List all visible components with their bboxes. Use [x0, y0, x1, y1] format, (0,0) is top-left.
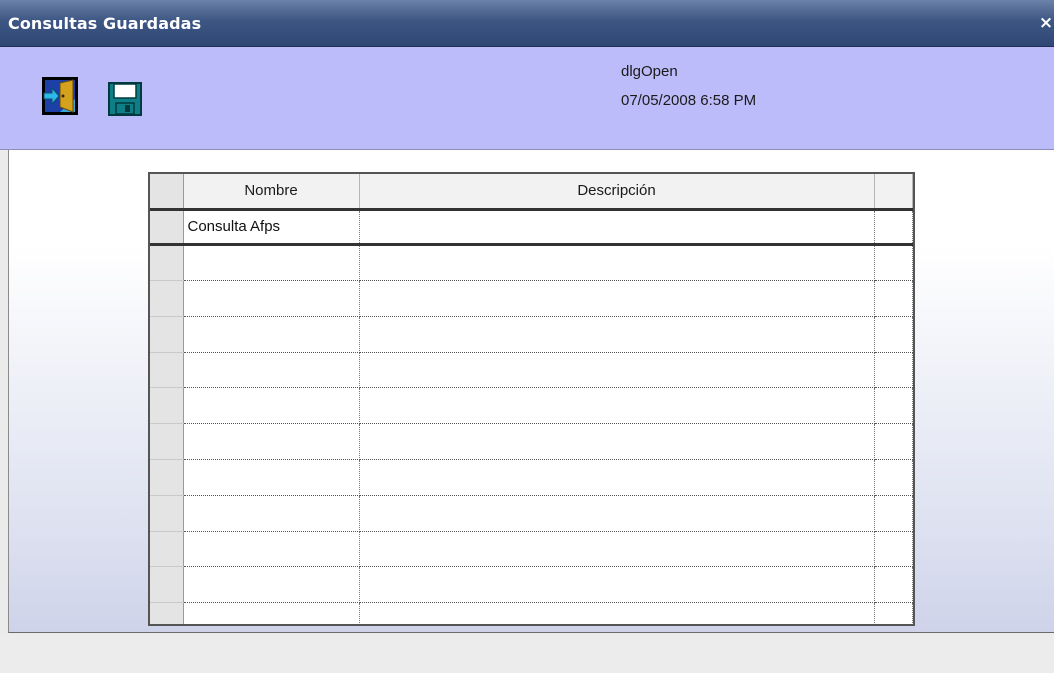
cell-blank	[874, 280, 913, 317]
table-row[interactable]	[150, 602, 913, 624]
title-bar: Consultas Guardadas ×	[0, 0, 1054, 47]
cell-descripcion[interactable]	[359, 316, 875, 353]
cell-nombre[interactable]	[183, 352, 360, 389]
table-row[interactable]	[150, 244, 913, 282]
row-selector[interactable]	[150, 352, 184, 389]
row-selector[interactable]	[150, 244, 184, 282]
cell-blank	[874, 423, 913, 461]
cell-blank	[874, 531, 913, 568]
cell-nombre[interactable]	[183, 244, 360, 282]
cell-nombre[interactable]	[183, 280, 360, 317]
cell-nombre[interactable]	[183, 316, 360, 353]
row-selector-header	[150, 174, 184, 211]
table-row[interactable]	[150, 423, 913, 461]
exit-door-icon	[42, 77, 78, 115]
row-selector[interactable]	[150, 459, 184, 496]
cell-nombre[interactable]	[183, 602, 360, 624]
cell-descripcion[interactable]	[359, 280, 875, 317]
cell-descripcion[interactable]	[359, 209, 875, 247]
cell-nombre[interactable]: Consulta Afps	[183, 209, 360, 247]
cell-descripcion[interactable]	[359, 602, 875, 624]
table-row[interactable]	[150, 459, 913, 496]
dialog-name: dlgOpen	[621, 63, 678, 80]
table-row[interactable]	[150, 531, 913, 568]
grid-body: Consulta Afps	[150, 209, 913, 624]
table-row[interactable]	[150, 566, 913, 604]
row-selector[interactable]	[150, 531, 184, 568]
table-row[interactable]: Consulta Afps	[150, 209, 913, 247]
column-header-blank	[874, 174, 913, 211]
close-button[interactable]: ×	[1035, 12, 1054, 34]
row-selector[interactable]	[150, 423, 184, 461]
row-selector[interactable]	[150, 316, 184, 353]
cell-descripcion[interactable]	[359, 495, 875, 532]
cell-blank	[874, 459, 913, 496]
timestamp: 07/05/2008 6:58 PM	[621, 92, 757, 109]
table-row[interactable]	[150, 387, 913, 425]
exit-button[interactable]	[42, 77, 78, 115]
window-title: Consultas Guardadas	[8, 14, 202, 33]
grid-table: Nombre Descripción Consulta Afps	[150, 174, 913, 624]
column-header-nombre[interactable]: Nombre	[183, 174, 360, 211]
cell-nombre[interactable]	[183, 387, 360, 425]
row-selector[interactable]	[150, 280, 184, 317]
cell-blank	[874, 566, 913, 604]
toolbar: dlgOpen 07/05/2008 6:58 PM	[0, 47, 1054, 150]
table-row[interactable]	[150, 316, 913, 353]
cell-blank	[874, 244, 913, 282]
cell-nombre[interactable]	[183, 459, 360, 496]
cell-descripcion[interactable]	[359, 531, 875, 568]
grid-header-row: Nombre Descripción	[150, 174, 913, 211]
cell-descripcion[interactable]	[359, 423, 875, 461]
row-selector[interactable]	[150, 209, 184, 247]
table-row[interactable]	[150, 352, 913, 389]
cell-nombre[interactable]	[183, 531, 360, 568]
row-selector[interactable]	[150, 566, 184, 604]
cell-blank	[874, 316, 913, 353]
saved-queries-grid[interactable]: Nombre Descripción Consulta Afps	[148, 172, 915, 626]
save-button[interactable]	[108, 82, 142, 116]
cell-blank	[874, 602, 913, 624]
row-selector[interactable]	[150, 602, 184, 624]
table-row[interactable]	[150, 280, 913, 317]
cell-descripcion[interactable]	[359, 459, 875, 496]
cell-nombre[interactable]	[183, 566, 360, 604]
cell-blank	[874, 352, 913, 389]
cell-nombre[interactable]	[183, 423, 360, 461]
cell-descripcion[interactable]	[359, 352, 875, 389]
floppy-disk-icon	[108, 82, 142, 116]
cell-descripcion[interactable]	[359, 566, 875, 604]
cell-blank	[874, 209, 913, 247]
cell-descripcion[interactable]	[359, 244, 875, 282]
cell-blank	[874, 387, 913, 425]
cell-nombre[interactable]	[183, 495, 360, 532]
cell-blank	[874, 495, 913, 532]
row-selector[interactable]	[150, 495, 184, 532]
status-area	[0, 634, 1054, 673]
table-row[interactable]	[150, 495, 913, 532]
column-header-descripcion[interactable]: Descripción	[359, 174, 875, 211]
cell-descripcion[interactable]	[359, 387, 875, 425]
row-selector[interactable]	[150, 387, 184, 425]
